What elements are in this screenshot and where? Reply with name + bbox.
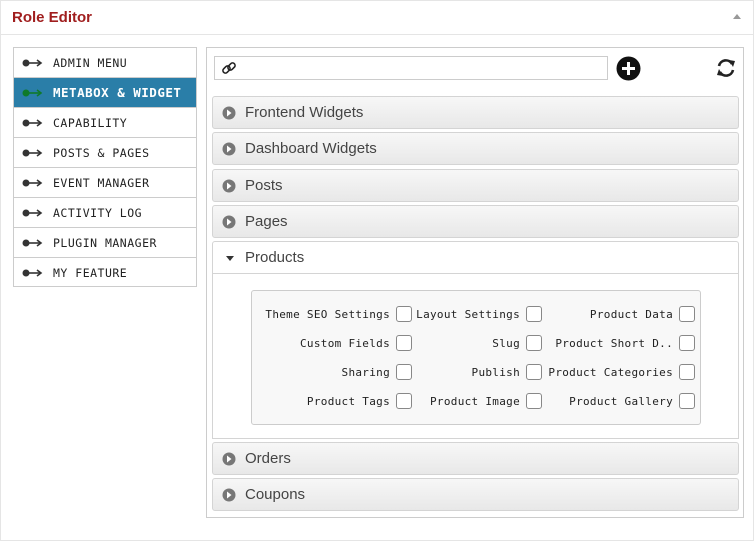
metabox-widget-main: Frontend Widgets Dashboard Widgets Posts… xyxy=(206,47,744,518)
option-label: Slug xyxy=(492,337,520,350)
sidebar-item-label: ACTIVITY LOG xyxy=(53,205,143,220)
option-label: Product Short D.. xyxy=(555,337,673,350)
link-input[interactable] xyxy=(243,57,605,79)
sidebar-item-capability[interactable]: CAPABILITY xyxy=(14,108,196,138)
arrow-right-icon xyxy=(22,148,43,157)
checkbox-product-data[interactable] xyxy=(679,306,695,322)
sidebar-item-label: POSTS & PAGES xyxy=(53,145,150,160)
products-options-box: Theme SEO Settings Layout Settings Produ… xyxy=(251,290,701,425)
circle-arrow-right-icon xyxy=(222,488,236,502)
option-label: Product Tags xyxy=(306,395,390,408)
option-label: Product Gallery xyxy=(569,395,673,408)
option-product-data: Product Data xyxy=(542,305,695,325)
circle-arrow-right-icon xyxy=(222,106,236,120)
option-label: Product Data xyxy=(589,308,673,321)
option-product-categories: Product Categories xyxy=(542,363,695,383)
section-coupons[interactable]: Coupons xyxy=(212,478,739,511)
sidebar-item-label: METABOX & WIDGET xyxy=(53,85,182,100)
option-slug: Slug xyxy=(412,334,542,354)
section-label: Coupons xyxy=(245,486,306,503)
arrow-right-icon xyxy=(22,208,43,217)
link-icon xyxy=(222,62,236,74)
option-product-gallery: Product Gallery xyxy=(542,392,695,412)
checkbox-layout-settings[interactable] xyxy=(526,306,542,322)
sidebar-item-metabox-widget[interactable]: METABOX & WIDGET xyxy=(14,78,196,108)
circle-arrow-right-icon xyxy=(222,142,236,156)
option-label: Custom Fields xyxy=(300,337,390,350)
collapse-arrow-icon[interactable] xyxy=(733,14,741,19)
option-label: Layout Settings xyxy=(416,308,520,321)
arrow-right-icon xyxy=(22,178,43,187)
sidebar-item-plugin-manager[interactable]: PLUGIN MANAGER xyxy=(14,228,196,258)
arrow-right-icon xyxy=(22,118,43,127)
circle-arrow-right-icon xyxy=(222,215,236,229)
caret-down-icon xyxy=(226,256,234,261)
section-orders[interactable]: Orders xyxy=(212,442,739,475)
circle-arrow-right-icon xyxy=(222,179,236,193)
option-layout-settings: Layout Settings xyxy=(412,305,542,325)
checkbox-product-gallery[interactable] xyxy=(679,393,695,409)
arrow-right-icon xyxy=(22,88,43,97)
section-label: Orders xyxy=(245,450,291,467)
option-theme-seo-settings: Theme SEO Settings xyxy=(252,305,412,325)
checkbox-slug[interactable] xyxy=(526,335,542,351)
sidebar-item-label: ADMIN MENU xyxy=(53,55,128,70)
section-label: Posts xyxy=(245,177,283,194)
arrow-right-icon xyxy=(22,238,43,247)
section-pages[interactable]: Pages xyxy=(212,205,739,238)
sidebar-item-activity-log[interactable]: ACTIVITY LOG xyxy=(14,198,196,228)
circle-arrow-right-icon xyxy=(222,452,236,466)
checkbox-publish[interactable] xyxy=(526,364,542,380)
checkbox-product-image[interactable] xyxy=(526,393,542,409)
option-label: Publish xyxy=(471,366,520,379)
role-editor-panel: Role Editor ADMIN MENU METABOX & WIDGET … xyxy=(0,0,754,541)
feature-sidebar: ADMIN MENU METABOX & WIDGET CAPABILITY P… xyxy=(13,47,197,287)
plus-circle-icon[interactable] xyxy=(616,56,641,81)
section-label: Products xyxy=(245,249,305,266)
option-label: Sharing xyxy=(341,366,390,379)
option-product-short-description: Product Short D.. xyxy=(542,334,695,354)
section-label: Dashboard Widgets xyxy=(245,140,377,157)
option-label: Theme SEO Settings xyxy=(265,308,390,321)
sidebar-item-my-feature[interactable]: MY FEATURE xyxy=(14,258,196,288)
sidebar-item-label: PLUGIN MANAGER xyxy=(53,235,157,250)
section-frontend-widgets[interactable]: Frontend Widgets xyxy=(212,96,739,129)
checkbox-product-categories[interactable] xyxy=(679,364,695,380)
sidebar-item-admin-menu[interactable]: ADMIN MENU xyxy=(14,48,196,78)
sidebar-item-label: CAPABILITY xyxy=(53,115,128,130)
link-input-container xyxy=(214,56,608,80)
option-product-image: Product Image xyxy=(412,392,542,412)
option-publish: Publish xyxy=(412,363,542,383)
checkbox-sharing[interactable] xyxy=(396,364,412,380)
products-panel: Theme SEO Settings Layout Settings Produ… xyxy=(212,274,739,439)
option-label: Product Image xyxy=(430,395,520,408)
section-products[interactable]: Products xyxy=(212,241,739,274)
arrow-right-icon xyxy=(22,58,43,67)
refresh-icon[interactable] xyxy=(715,57,737,79)
sidebar-item-label: MY FEATURE xyxy=(53,266,128,280)
section-label: Frontend Widgets xyxy=(245,104,364,121)
sidebar-item-posts-pages[interactable]: POSTS & PAGES xyxy=(14,138,196,168)
option-sharing: Sharing xyxy=(252,363,412,383)
panel-header: Role Editor xyxy=(1,1,753,35)
checkbox-theme-seo-settings[interactable] xyxy=(396,306,412,322)
panel-title: Role Editor xyxy=(12,9,93,26)
sidebar-item-label: EVENT MANAGER xyxy=(53,175,150,190)
checkbox-product-short-description[interactable] xyxy=(679,335,695,351)
checkbox-custom-fields[interactable] xyxy=(396,335,412,351)
sidebar-item-event-manager[interactable]: EVENT MANAGER xyxy=(14,168,196,198)
option-product-tags: Product Tags xyxy=(252,392,412,412)
option-label: Product Categories xyxy=(548,366,673,379)
section-dashboard-widgets[interactable]: Dashboard Widgets xyxy=(212,132,739,165)
checkbox-product-tags[interactable] xyxy=(396,393,412,409)
section-label: Pages xyxy=(245,213,288,230)
option-custom-fields: Custom Fields xyxy=(252,334,412,354)
section-posts[interactable]: Posts xyxy=(212,169,739,202)
arrow-right-icon xyxy=(22,269,43,277)
